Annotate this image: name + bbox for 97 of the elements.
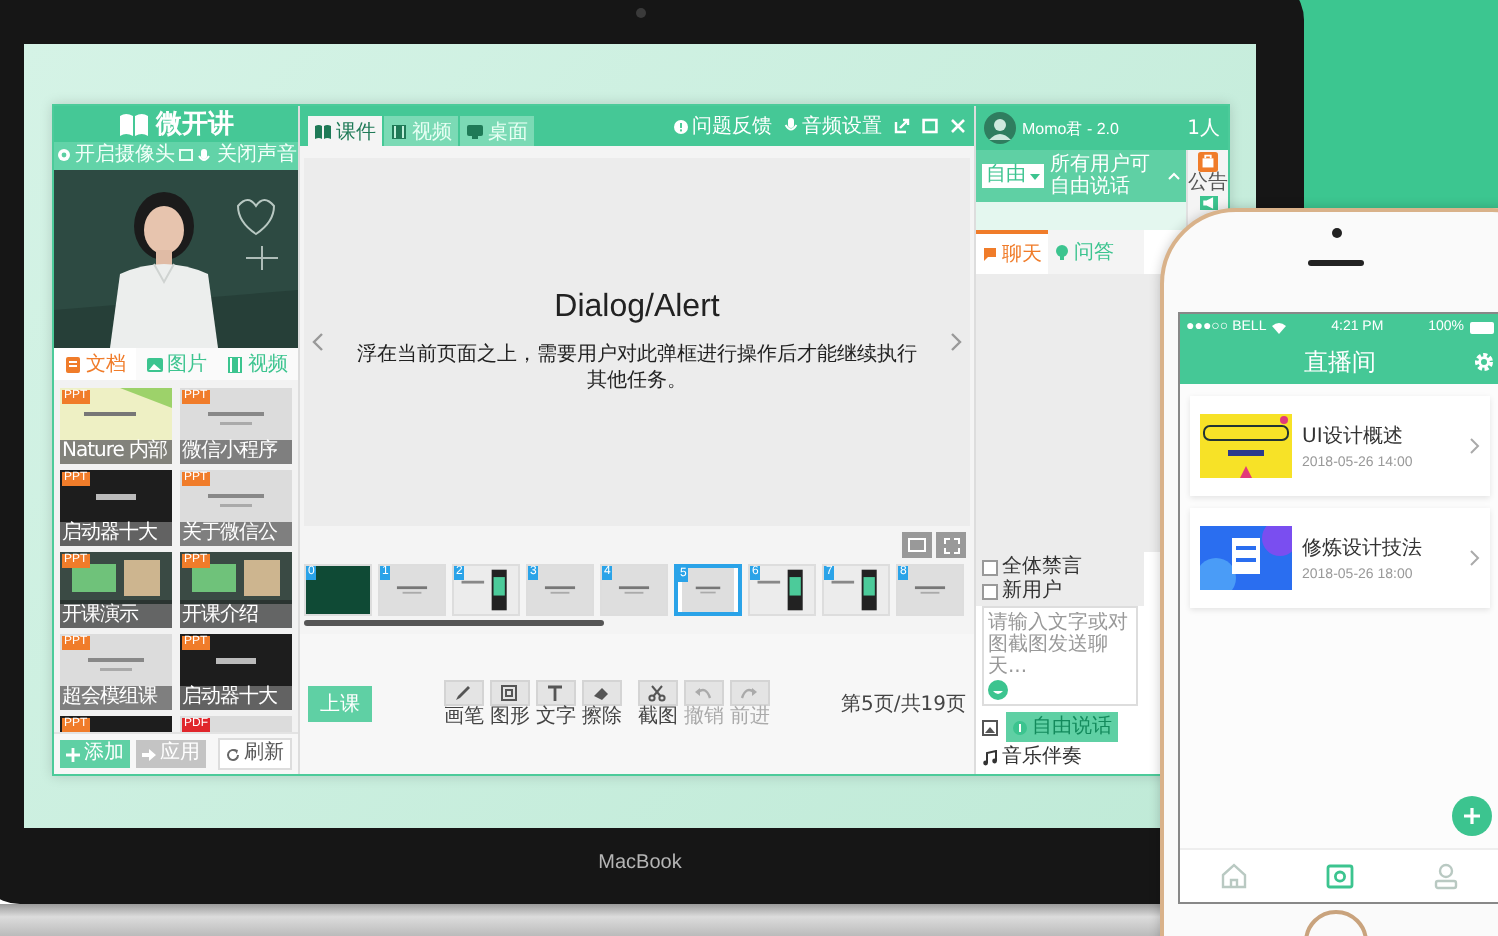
text-icon xyxy=(546,684,565,702)
image-icon xyxy=(145,355,163,373)
tool-button[interactable]: 图形 xyxy=(487,680,532,728)
content-tab[interactable]: 课件 xyxy=(308,116,382,146)
chevron-icon xyxy=(1470,438,1480,454)
home-icon xyxy=(1219,862,1248,890)
member-count: 1人 xyxy=(1187,116,1220,142)
laptop-brand: MacBook xyxy=(598,852,682,874)
talk-mode-select[interactable]: 自由 xyxy=(982,164,1044,188)
file-name: 微信小程序 xyxy=(180,440,292,464)
file-name: Nature 内部 xyxy=(60,440,172,464)
caret-icon xyxy=(1030,173,1040,179)
tool-button[interactable]: 文字 xyxy=(533,680,578,728)
film-icon xyxy=(390,123,408,139)
redo-icon xyxy=(740,684,759,702)
maximize-icon[interactable] xyxy=(922,118,938,134)
lesson-title: UI设计概述 xyxy=(1302,423,1405,450)
speaker-grille xyxy=(1308,260,1364,266)
undo-icon xyxy=(694,684,713,702)
file-name: 超会模组课 xyxy=(60,686,172,710)
camera-lens xyxy=(1332,228,1342,238)
slide-text: 浮在当前页面之上，需要用户对此弹框进行操作后才能继续执行其他任务。 xyxy=(355,342,919,394)
chat-footer-button[interactable]: 音乐伴奏 xyxy=(982,746,1082,768)
file-name: 关于微信公 xyxy=(180,522,292,546)
library-tab[interactable]: 视频 xyxy=(216,348,299,380)
chat-tab[interactable]: 聊天 xyxy=(976,230,1048,274)
battery-icon xyxy=(1469,321,1494,333)
next-icon[interactable] xyxy=(950,332,962,352)
window-action[interactable]: 问题反馈 xyxy=(674,112,772,140)
screen-mode-button[interactable] xyxy=(902,532,932,558)
library-button[interactable]: 添加 xyxy=(60,740,130,768)
book-icon xyxy=(118,111,150,137)
camera-lens xyxy=(635,8,645,18)
plus-icon xyxy=(66,747,80,761)
slide-title: Dialog/Alert xyxy=(554,290,720,326)
media-button[interactable]: 关闭声音 xyxy=(196,144,297,168)
image-icon[interactable] xyxy=(982,719,998,735)
megaphone-icon[interactable] xyxy=(1199,196,1217,210)
library-tab[interactable]: 文档 xyxy=(54,348,136,380)
crop-icon xyxy=(648,684,667,702)
library-button[interactable]: 刷新 xyxy=(218,738,292,770)
person-icon xyxy=(1432,862,1461,890)
book-icon xyxy=(314,123,332,139)
fullscreen-button[interactable] xyxy=(936,532,966,558)
avatar-icon xyxy=(984,112,1016,144)
close-icon[interactable] xyxy=(950,118,966,134)
share-icon[interactable] xyxy=(894,118,910,134)
content-tab[interactable]: 视频 xyxy=(384,116,458,146)
add-button[interactable] xyxy=(1452,796,1492,836)
library-tab[interactable]: 图片 xyxy=(135,348,217,380)
tool-button[interactable]: 擦除 xyxy=(579,680,624,728)
wifi-icon xyxy=(1272,321,1287,333)
speech-bubble-icon xyxy=(982,246,998,262)
tool-button[interactable]: 截图 xyxy=(635,680,680,728)
camera-icon xyxy=(1325,862,1354,890)
film-icon xyxy=(226,355,245,373)
file-name: 启动器十大 xyxy=(60,522,172,546)
lesson-title: 修炼设计技法 xyxy=(1302,535,1424,562)
start-class-button[interactable]: 上课 xyxy=(308,686,372,722)
library-button[interactable]: 应用 xyxy=(136,740,206,768)
collapse-icon[interactable] xyxy=(1168,172,1180,180)
rectangle-icon xyxy=(908,538,926,552)
scrollbar[interactable] xyxy=(304,620,604,626)
music-icon xyxy=(982,749,998,765)
previous-icon[interactable] xyxy=(312,332,324,352)
plus-icon xyxy=(1462,806,1482,826)
emoji-icon[interactable] xyxy=(988,680,1008,700)
chat-tab[interactable]: 问答 xyxy=(1048,230,1120,274)
file-name: 开课介绍 xyxy=(180,604,292,628)
talk-mode-description: 所有用户可自由说话 xyxy=(1050,154,1152,198)
alert-icon xyxy=(674,119,688,133)
file-name: 开课演示 xyxy=(60,604,172,628)
screen-title: 直播间 xyxy=(1304,345,1376,379)
notice-button[interactable]: 公告 xyxy=(1188,152,1228,194)
pen-icon xyxy=(454,684,473,702)
fullscreen-icon xyxy=(943,537,959,553)
app-logo: 微开讲 xyxy=(156,108,234,142)
settings-icon[interactable] xyxy=(1474,352,1494,372)
room-name: Momo君 - 2.0 xyxy=(1022,117,1119,139)
file-name: 启动器十大 xyxy=(180,686,292,710)
chat-footer-button[interactable]: 自由说话 xyxy=(1006,712,1118,742)
lightbulb-icon xyxy=(1054,244,1070,260)
refresh-icon xyxy=(226,747,240,761)
media-button[interactable]: 开启摄像头 xyxy=(55,144,176,168)
monitor-icon xyxy=(466,123,484,139)
eraser-icon xyxy=(592,684,611,702)
chat-option[interactable]: 新用户 xyxy=(982,580,1138,602)
screen-icon[interactable] xyxy=(177,148,194,164)
page-indicator: 第5页/共19页 xyxy=(841,691,966,718)
tool-button[interactable]: 画笔 xyxy=(441,680,486,728)
shape-icon xyxy=(500,684,519,702)
arrow-icon xyxy=(142,747,156,761)
window-action[interactable]: 音频设置 xyxy=(784,112,882,140)
content-tab[interactable]: 桌面 xyxy=(460,116,534,146)
chevron-icon xyxy=(1470,550,1480,566)
chat-option[interactable]: 全体禁言 xyxy=(982,556,1138,578)
document-icon xyxy=(63,355,82,373)
